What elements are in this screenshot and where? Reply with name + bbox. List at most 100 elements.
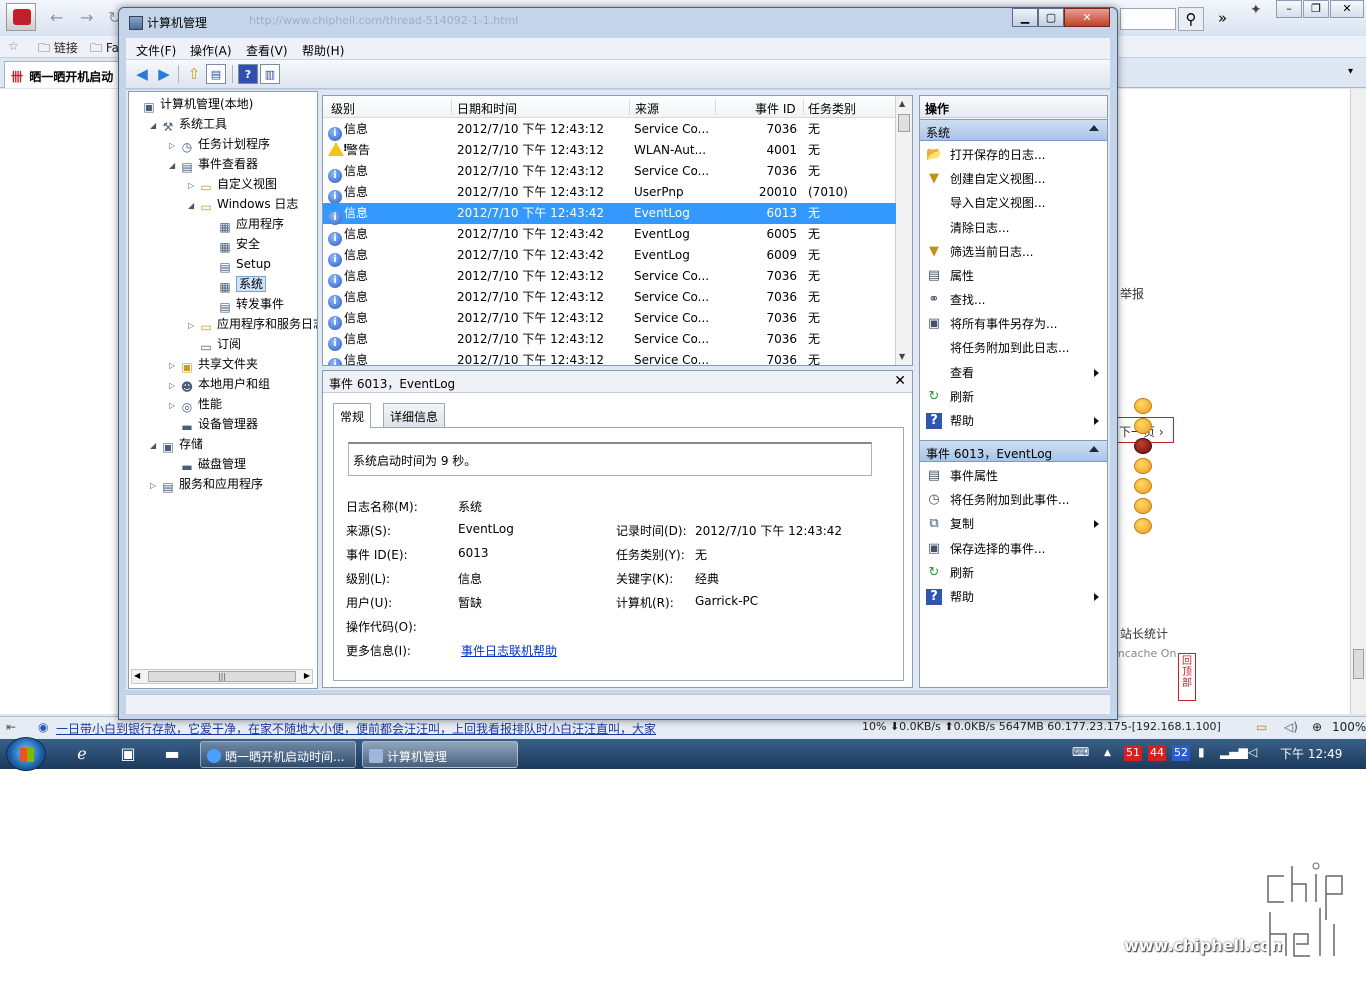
close-icon[interactable]: ✕ <box>894 373 906 389</box>
scroll-right-icon[interactable]: ▶ <box>304 671 310 680</box>
actions-group-event[interactable]: 事件 6013，EventLog <box>920 440 1107 462</box>
action-item[interactable]: ▣ 将所有事件另存为... <box>920 312 1107 336</box>
tree-item[interactable]: ▷ ▭ 自定义视图 <box>188 174 277 194</box>
tree-item[interactable]: ▷ ☻ 本地用户和组 <box>169 374 270 394</box>
tree-item[interactable]: ▦ 系统 <box>207 274 267 294</box>
back-arrow-icon[interactable]: ◀ <box>132 64 152 84</box>
scroll-left-icon[interactable]: ◀ <box>134 671 140 680</box>
taskbar-browser-button[interactable]: 晒一晒开机启动时间... <box>200 741 356 768</box>
scroll-down-icon[interactable]: ▼ <box>899 352 905 361</box>
tree-item[interactable]: ◢ ▣ 存储 <box>150 434 203 454</box>
taskbar-computer-management-button[interactable]: 计算机管理 <box>362 741 518 768</box>
expanded-twisty-icon[interactable]: ◢ <box>188 196 198 216</box>
browser-logo-icon[interactable] <box>6 3 36 31</box>
collapsed-twisty-icon[interactable]: ▷ <box>188 176 198 196</box>
tree-item[interactable]: ▤ Setup <box>207 254 271 274</box>
browser-search-input[interactable] <box>1120 8 1176 30</box>
action-item[interactable]: ⚭ 查找... <box>920 288 1107 312</box>
menu-help[interactable]: 帮助(H) <box>302 42 344 59</box>
tree-item[interactable]: ▷ ▤ 服务和应用程序 <box>150 474 263 494</box>
event-row[interactable]: ! 警告 2012/7/10 下午 12:43:12 WLAN-Aut... 4001 无 <box>323 140 896 161</box>
column-separator[interactable] <box>715 99 716 115</box>
magnifier-icon[interactable]: ⚲ <box>1178 7 1204 31</box>
forward-arrow-icon[interactable]: ▶ <box>154 64 174 84</box>
action-item[interactable]: ▣ 保存选择的事件... <box>920 537 1107 561</box>
navigation-tree[interactable]: ◀ ||| ▶ ▣ 计算机管理(本地) ◢ ⚒ 系统工具 ▷ ◷ 任务计划程序 ◢ ▤ 事件查看器 ▷… <box>128 91 318 689</box>
close-button[interactable]: ✕ <box>1064 8 1110 27</box>
up-folder-icon[interactable]: ⇧ <box>184 64 204 84</box>
tree-item[interactable]: ◢ ▤ 事件查看器 <box>169 154 258 174</box>
event-row[interactable]: i 信息 2012/7/10 下午 12:43:42 EventLog 6013 无 <box>323 203 896 225</box>
tab-menu-chevron-icon[interactable]: ▾ <box>1348 66 1353 77</box>
tray-temp-badge[interactable]: 51 <box>1124 745 1142 761</box>
tree-item[interactable]: ▦ 安全 <box>207 234 260 254</box>
forward-arrow-icon[interactable]: → <box>80 8 93 27</box>
power-icon[interactable]: ▮ <box>1198 745 1205 759</box>
action-item[interactable]: ↻ 刷新 <box>920 385 1107 409</box>
event-log-online-help-link[interactable]: 事件日志联机帮助 <box>461 642 557 659</box>
column-separator[interactable] <box>803 99 804 115</box>
action-item[interactable]: ◷ 将任务附加到此事件... <box>920 488 1107 512</box>
collapsed-twisty-icon[interactable]: ▷ <box>188 316 198 336</box>
keyboard-icon[interactable]: ⌨ <box>1072 745 1089 759</box>
back-to-top-button[interactable]: 回顶部 <box>1178 653 1196 701</box>
emoticon-icon[interactable] <box>1134 458 1152 474</box>
column-task-category[interactable]: 任务类别 <box>808 100 856 117</box>
event-row[interactable]: i 信息 2012/7/10 下午 12:43:12 Service Co... 703… <box>323 161 896 183</box>
back-arrow-icon[interactable]: ← <box>50 8 63 27</box>
pin-icon[interactable]: ✦ <box>1250 2 1262 18</box>
emoticon-icon[interactable] <box>1134 478 1152 494</box>
collapsed-twisty-icon[interactable]: ▷ <box>150 476 160 496</box>
notification-icon[interactable]: ▭ <box>1256 720 1267 734</box>
minimize-button[interactable]: ▁ <box>1012 8 1038 27</box>
emoticon-icon[interactable] <box>1134 398 1152 414</box>
tree-item[interactable]: ▬ 设备管理器 <box>169 414 258 434</box>
action-item[interactable]: ▼ 筛选当前日志... <box>920 240 1107 264</box>
emoticon-icon[interactable] <box>1134 438 1152 454</box>
column-level[interactable]: 级别 <box>331 100 355 117</box>
tree-item[interactable]: ▷ ▣ 共享文件夹 <box>169 354 258 374</box>
tree-item[interactable]: ◢ ⚒ 系统工具 <box>150 114 227 134</box>
tree-item[interactable]: ▣ 计算机管理(本地) <box>131 94 253 114</box>
collapse-caret-icon[interactable] <box>1089 125 1099 131</box>
zoom-level[interactable]: 100% <box>1332 720 1366 734</box>
tray-temp-badge[interactable]: 52 <box>1172 745 1190 761</box>
collapsed-twisty-icon[interactable]: ▷ <box>169 396 179 416</box>
column-datetime[interactable]: 日期和时间 <box>457 100 517 117</box>
event-row[interactable]: i 信息 2012/7/10 下午 12:43:42 EventLog 6005 无 <box>323 224 896 246</box>
actions-group-system[interactable]: 系统 <box>920 119 1107 141</box>
browser-scroll-thumb[interactable] <box>1353 649 1364 679</box>
scroll-up-icon[interactable]: ▲ <box>899 99 905 108</box>
more-button[interactable]: » <box>1218 9 1227 27</box>
show-hide-action-pane-icon[interactable]: ▥ <box>260 64 280 84</box>
tree-item[interactable]: ▷ ▭ 应用程序和服务日志 <box>188 314 317 336</box>
action-item[interactable]: ? 帮助 <box>920 585 1107 609</box>
menu-file[interactable]: 文件(F) <box>136 42 176 59</box>
start-button[interactable] <box>6 737 46 771</box>
show-hidden-icons-icon[interactable]: ▲ <box>1104 748 1111 758</box>
action-item[interactable]: 查看 <box>920 361 1107 385</box>
action-item[interactable]: ↻ 刷新 <box>920 561 1107 585</box>
clock[interactable]: 下午 12:49 <box>1280 745 1342 762</box>
collapsed-twisty-icon[interactable]: ▷ <box>169 136 179 156</box>
event-row[interactable]: i 信息 2012/7/10 下午 12:43:42 EventLog 6009 无 <box>323 245 896 267</box>
action-item[interactable]: ▤ 属性 <box>920 264 1107 288</box>
tree-item[interactable]: ▤ 转发事件 <box>207 294 284 314</box>
action-item[interactable]: 导入自定义视图... <box>920 191 1107 215</box>
explorer-folder-icon[interactable]: ▬ <box>158 743 186 765</box>
maximize-button[interactable]: ▢ <box>1038 8 1064 27</box>
tree-item[interactable]: ▭ 订阅 <box>188 334 241 354</box>
event-row[interactable]: i 信息 2012/7/10 下午 12:43:12 Service Co... 703… <box>323 350 896 365</box>
zoom-icon[interactable]: ⊕ <box>1312 720 1322 734</box>
column-source[interactable]: 来源 <box>635 100 659 117</box>
signal-icon[interactable]: ▂▄▆ <box>1220 745 1248 759</box>
collapsed-twisty-icon[interactable]: ▷ <box>169 356 179 376</box>
browser-tab[interactable]: 卌 晒一晒开机启动 <box>4 61 122 88</box>
tree-item[interactable]: ▷ ◷ 任务计划程序 <box>169 134 270 154</box>
event-row[interactable]: i 信息 2012/7/10 下午 12:43:12 Service Co... 703… <box>323 329 896 351</box>
column-separator[interactable] <box>451 99 452 115</box>
speaker-icon[interactable]: ◁ <box>1248 745 1257 759</box>
event-row[interactable]: i 信息 2012/7/10 下午 12:43:12 UserPnp 20010 (701… <box>323 182 896 204</box>
site-stats-link[interactable]: 站长统计 <box>1120 625 1168 642</box>
collapsed-twisty-icon[interactable]: ▷ <box>169 376 179 396</box>
